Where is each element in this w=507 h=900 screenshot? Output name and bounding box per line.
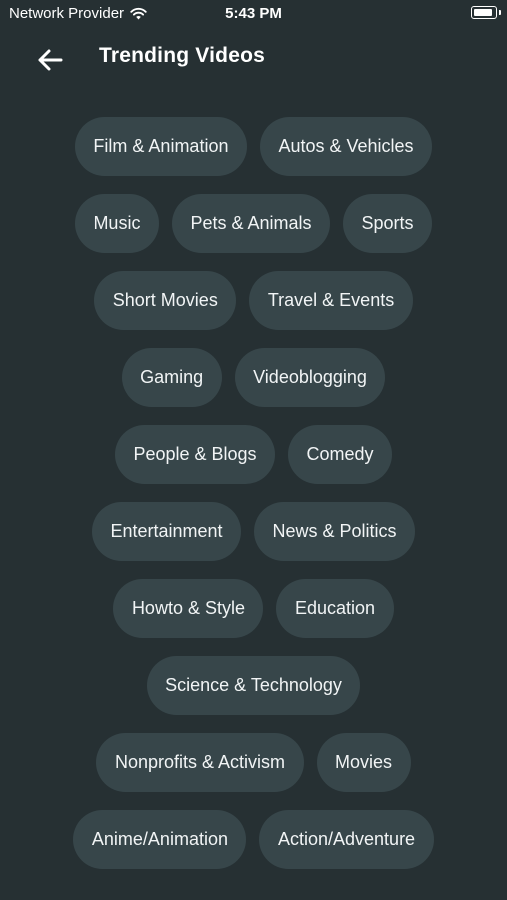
chip-science-technology[interactable]: Science & Technology	[146, 656, 361, 715]
chip-pets-animals[interactable]: Pets & Animals	[171, 194, 331, 253]
battery-icon	[471, 6, 501, 19]
chip-education[interactable]: Education	[276, 579, 394, 638]
chip-anime-animation[interactable]: Anime/Animation	[73, 810, 247, 869]
page-title: Trending Videos	[99, 44, 265, 67]
status-bar: Network Provider 5:43 PM	[0, 0, 507, 28]
chip-comedy[interactable]: Comedy	[288, 425, 393, 484]
chip-movies[interactable]: Movies	[316, 733, 411, 792]
chip-howto-style[interactable]: Howto & Style	[113, 579, 264, 638]
chip-row: Anime/Animation Action/Adventure	[0, 810, 507, 869]
chip-short-movies[interactable]: Short Movies	[94, 271, 237, 330]
chip-row: Entertainment News & Politics	[0, 502, 507, 561]
chip-row: Film & Animation Autos & Vehicles	[0, 117, 507, 176]
chip-videoblogging[interactable]: Videoblogging	[234, 348, 386, 407]
chip-autos-vehicles[interactable]: Autos & Vehicles	[259, 117, 433, 176]
chip-row: Short Movies Travel & Events	[0, 271, 507, 330]
status-right	[471, 6, 501, 19]
category-chip-list: Film & Animation Autos & Vehicles Music …	[0, 117, 507, 887]
status-time: 5:43 PM	[225, 5, 282, 22]
chip-film-animation[interactable]: Film & Animation	[74, 117, 247, 176]
chip-people-blogs[interactable]: People & Blogs	[114, 425, 276, 484]
chip-music[interactable]: Music	[74, 194, 159, 253]
chip-sports[interactable]: Sports	[343, 194, 433, 253]
chip-news-politics[interactable]: News & Politics	[254, 502, 416, 561]
chip-nonprofits-activism[interactable]: Nonprofits & Activism	[96, 733, 304, 792]
header: Trending Videos	[0, 38, 507, 78]
chip-travel-events[interactable]: Travel & Events	[249, 271, 413, 330]
chip-action-adventure[interactable]: Action/Adventure	[259, 810, 434, 869]
chip-gaming[interactable]: Gaming	[121, 348, 222, 407]
chip-row: Gaming Videoblogging	[0, 348, 507, 407]
chip-entertainment[interactable]: Entertainment	[91, 502, 242, 561]
chip-row: Nonprofits & Activism Movies	[0, 733, 507, 792]
chip-row: Howto & Style Education	[0, 579, 507, 638]
chip-row: Science & Technology	[0, 656, 507, 715]
chip-row: Music Pets & Animals Sports	[0, 194, 507, 253]
chip-row: People & Blogs Comedy	[0, 425, 507, 484]
back-arrow-icon[interactable]	[34, 44, 66, 76]
